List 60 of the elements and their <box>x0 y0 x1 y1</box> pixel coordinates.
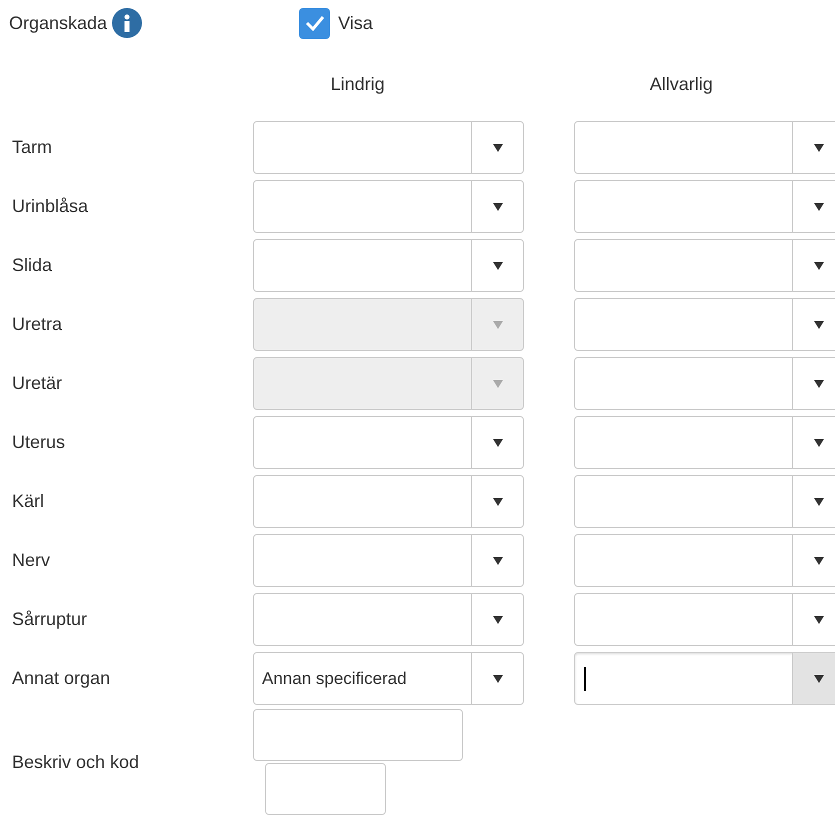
dropdown-field[interactable] <box>574 652 835 705</box>
row-label: Kärl <box>12 491 44 511</box>
caret-icon <box>492 438 502 446</box>
row-label: Uretra <box>12 314 62 334</box>
dropdown-field[interactable]: Annan specificerad <box>253 652 524 705</box>
dropdown-field[interactable] <box>253 180 524 233</box>
caret-icon <box>814 616 824 624</box>
row-label: Uretär <box>12 373 62 393</box>
caret-icon <box>814 380 824 388</box>
caret-icon <box>492 144 502 152</box>
description-field[interactable] <box>253 709 463 761</box>
row-label: Sårruptur <box>12 609 88 629</box>
row-label: Uterus <box>12 432 66 452</box>
dropdown-field[interactable] <box>574 593 835 646</box>
column-header: Lindrig <box>330 72 385 96</box>
row-label: Beskriv och kod <box>12 750 140 774</box>
caret-icon <box>814 556 824 564</box>
row-label: Urinblåsa <box>12 196 88 216</box>
dropdown-field[interactable] <box>574 298 835 351</box>
caret-icon <box>814 674 824 682</box>
caret-icon <box>492 674 502 682</box>
caret-icon <box>814 320 824 328</box>
dropdown-field[interactable] <box>253 121 524 174</box>
checkbox-label: Visa <box>338 12 373 34</box>
caret-icon <box>492 380 502 388</box>
text-cursor <box>584 666 586 690</box>
info-icon <box>112 8 142 38</box>
caret-icon <box>492 202 502 210</box>
caret-icon <box>492 320 502 328</box>
caret-icon <box>814 498 824 506</box>
caret-icon <box>492 556 502 564</box>
dropdown-field[interactable] <box>574 357 835 410</box>
dropdown-field[interactable] <box>253 239 524 292</box>
row-label: Slida <box>12 255 52 275</box>
caret-icon <box>492 262 502 270</box>
dropdown-value: Annan specificerad <box>262 668 407 690</box>
dropdown-field[interactable] <box>253 416 524 469</box>
row-label: Tarm <box>12 137 52 157</box>
row-label: Nerv <box>12 550 50 570</box>
caret-icon <box>492 616 502 624</box>
checkbox[interactable] <box>299 8 330 38</box>
dropdown-field[interactable] <box>574 121 835 174</box>
dropdown-field[interactable] <box>574 239 835 292</box>
caret-icon <box>814 144 824 152</box>
code-field[interactable] <box>265 763 386 815</box>
dropdown-field[interactable] <box>253 593 524 646</box>
dropdown-field[interactable] <box>253 475 524 528</box>
caret-icon <box>814 438 824 446</box>
caret-icon <box>814 202 824 210</box>
dropdown-field[interactable] <box>574 180 835 233</box>
dropdown-field[interactable] <box>574 416 835 469</box>
dropdown-field[interactable] <box>574 534 835 587</box>
dropdown-field[interactable] <box>574 475 835 528</box>
caret-icon <box>492 498 502 506</box>
dropdown-field[interactable] <box>253 534 524 587</box>
section-title: Organskada <box>9 12 108 35</box>
row-label: Annat organ <box>12 668 110 688</box>
column-header: Allvarlig <box>650 72 713 96</box>
checkmark-icon <box>304 15 325 31</box>
caret-icon <box>814 262 824 270</box>
